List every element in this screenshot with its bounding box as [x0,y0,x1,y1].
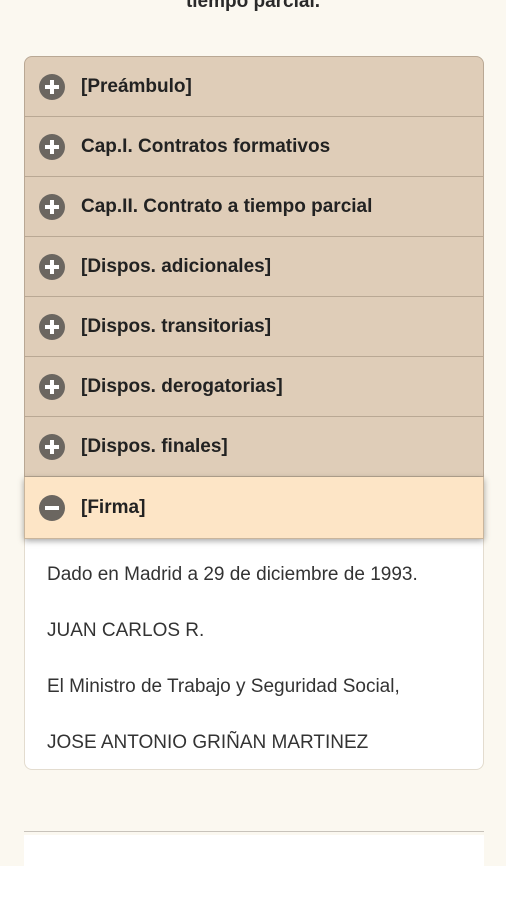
signature-date-text: Dado en Madrid a 29 de diciembre de 1993… [47,564,418,585]
accordion-item-dispos-transitorias[interactable]: [Dispos. transitorias] [24,297,484,357]
accordion-item-label: Cap.II. Contrato a tiempo parcial [81,195,373,217]
minus-circle-icon [39,494,65,521]
accordion-item-cap-i[interactable]: Cap.I. Contratos formativos [24,117,484,177]
accordion-item-label: [Dispos. derogatorias] [81,375,283,397]
accordion: [Preámbulo] Cap.I. Contratos formativos … [24,56,484,770]
plus-circle-icon [39,373,65,400]
next-content-card [24,835,484,866]
accordion-item-label: [Firma] [81,496,146,518]
accordion-item-dispos-derogatorias[interactable]: [Dispos. derogatorias] [24,357,484,417]
signature-minister-name-text: JOSE ANTONIO GRIÑAN MARTINEZ [47,732,369,753]
accordion-item-cap-ii[interactable]: Cap.II. Contrato a tiempo parcial [24,177,484,237]
signature-king-text: JUAN CARLOS R. [47,620,205,641]
accordion-item-dispos-finales[interactable]: [Dispos. finales] [24,417,484,477]
accordion-item-label: [Preámbulo] [81,75,192,97]
plus-circle-icon [39,433,65,460]
accordion-item-label: [Dispos. transitorias] [81,315,272,337]
accordion-item-label: Cap.I. Contratos formativos [81,135,331,157]
accordion-panel-firma: Dado en Madrid a 29 de diciembre de 1993… [24,539,484,770]
accordion-item-preambulo[interactable]: [Preámbulo] [24,56,484,117]
accordion-item-dispos-adicionales[interactable]: [Dispos. adicionales] [24,237,484,297]
accordion-item-label: [Dispos. finales] [81,435,228,457]
signature-minister-title-text: El Ministro de Trabajo y Seguridad Socia… [47,676,400,697]
plus-circle-icon [39,133,65,160]
plus-circle-icon [39,193,65,220]
page-container: tiempo parcial. [Preámbulo] Cap.I. Contr… [0,0,506,866]
plus-circle-icon [39,73,65,100]
plus-circle-icon [39,313,65,340]
previous-section-text: tiempo parcial. [185,0,321,12]
accordion-item-firma[interactable]: [Firma] [24,477,484,539]
section-divider [24,831,484,832]
accordion-item-label: [Dispos. adicionales] [81,255,272,277]
plus-circle-icon [39,253,65,280]
